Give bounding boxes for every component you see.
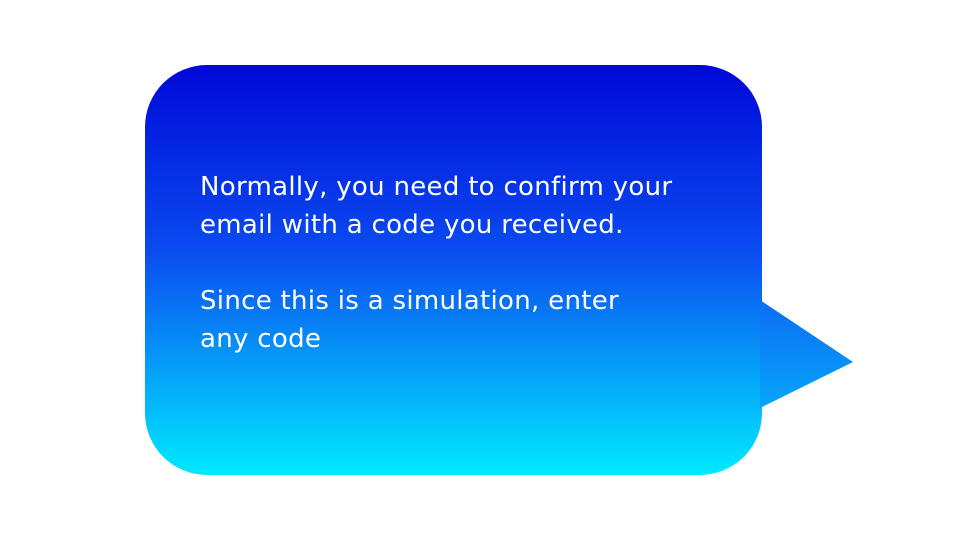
message-line: Since this is a simulation, enter (200, 286, 620, 316)
speech-bubble-tail (760, 300, 853, 408)
message-line: Normally, you need to confirm your (200, 172, 673, 202)
tutorial-stage: Normally, you need to confirm your email… (0, 0, 960, 540)
instruction-message: Normally, you need to confirm your email… (200, 168, 740, 358)
message-line: email with a code you received. (200, 210, 624, 240)
message-line: any code (200, 324, 322, 354)
